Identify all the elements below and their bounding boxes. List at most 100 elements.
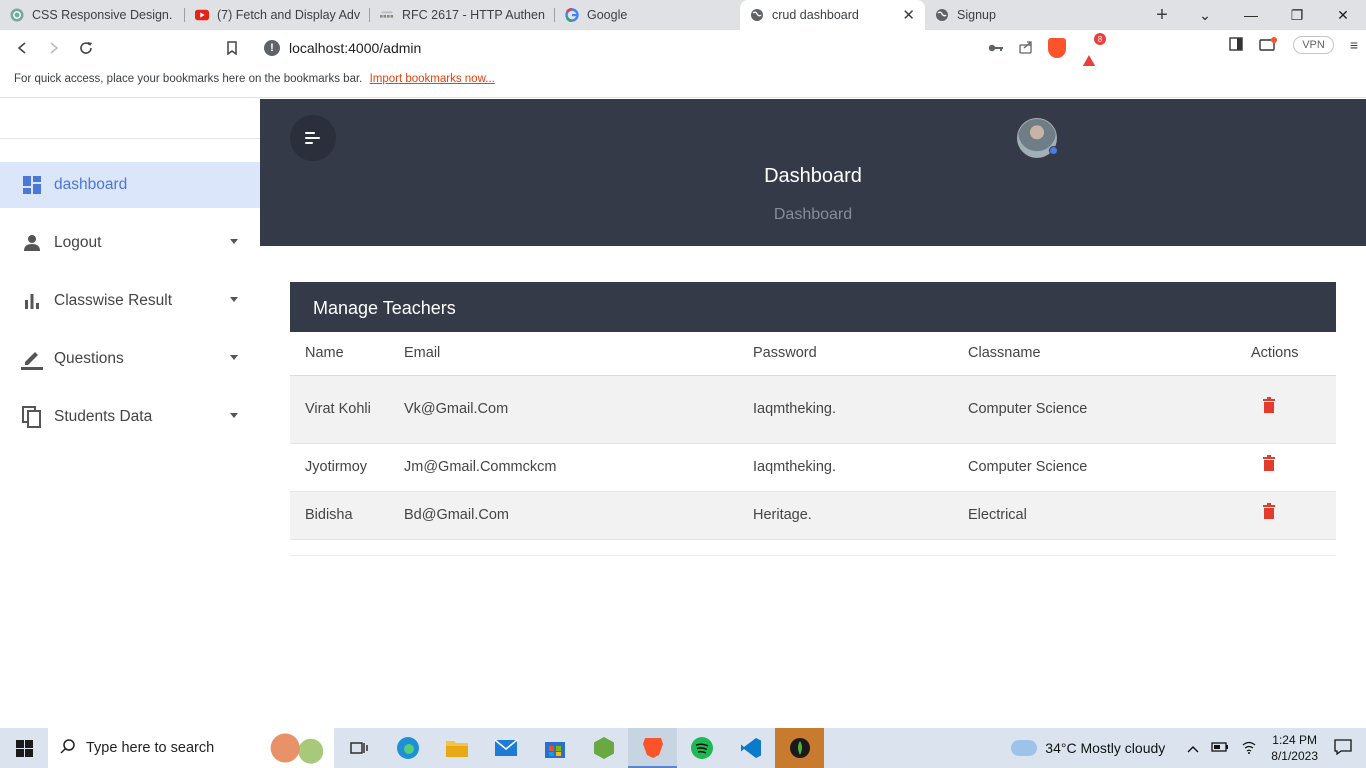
new-tab-icon[interactable]: + — [1142, 4, 1182, 27]
cell-classname: Electrical — [953, 491, 1236, 540]
tab-title: CSS Responsive Design. — [32, 8, 173, 22]
youtube-icon — [195, 8, 209, 22]
cell-name: Bidisha — [290, 491, 389, 540]
bookmarks-hint: For quick access, place your bookmarks h… — [14, 73, 363, 85]
column-header: Classname — [953, 332, 1236, 376]
sidebar-item-dashboard[interactable]: dashboard — [0, 162, 260, 208]
nodejs-icon[interactable] — [579, 728, 628, 768]
battery-icon[interactable] — [1211, 740, 1229, 756]
file-explorer-icon[interactable] — [432, 728, 481, 768]
forward-icon[interactable] — [38, 32, 70, 64]
page-header: Dashboard Dashboard — [260, 99, 1366, 246]
notifications-icon[interactable] — [1334, 738, 1352, 758]
trash-icon[interactable] — [1263, 503, 1275, 519]
spotify-icon[interactable] — [677, 728, 726, 768]
clock[interactable]: 1:24 PM 8/1/2023 — [1271, 732, 1318, 764]
sidebar-item-logout[interactable]: Logout — [0, 220, 260, 266]
browser-tab[interactable]: Signup — [925, 0, 1110, 30]
column-header: Email — [389, 332, 738, 376]
task-view-icon[interactable] — [334, 728, 383, 768]
cell-classname: Computer Science — [953, 375, 1236, 444]
close-tab-icon[interactable]: ✕ — [902, 6, 915, 24]
restore-icon[interactable]: ❐ — [1274, 7, 1320, 24]
tab-title: (7) Fetch and Display Advan — [217, 8, 360, 22]
cell-actions — [1236, 491, 1336, 540]
chatgpt-icon — [10, 8, 24, 22]
menu-icon[interactable]: ≡ — [1350, 37, 1358, 53]
search-icon — [60, 738, 76, 759]
page-title: Dashboard — [764, 165, 862, 187]
vscode-icon[interactable] — [726, 728, 775, 768]
cell-password: Iaqmtheking. — [738, 375, 953, 444]
sidebar-toggle-icon[interactable] — [1229, 36, 1243, 54]
column-header: Password — [738, 332, 953, 376]
globe-icon — [750, 8, 764, 22]
url-text: localhost:4000/admin — [289, 40, 422, 56]
mail-icon[interactable] — [481, 728, 530, 768]
brave-shield-icon[interactable] — [1048, 38, 1066, 58]
teachers-table: Name Email Password Classname Actions Vi… — [290, 332, 1336, 540]
cell-name: Virat Kohli — [290, 375, 389, 444]
windows-icon — [15, 739, 33, 757]
bar-chart-icon — [20, 289, 44, 313]
breadcrumb: Dashboard — [773, 206, 853, 223]
cell-email: Bd@Gmail.Com — [389, 491, 738, 540]
sidebar-item-students-data[interactable]: Students Data — [0, 394, 260, 440]
address-bar[interactable]: ! localhost:4000/admin 8 — [256, 33, 1110, 71]
table-row: Jyotirmoy Jm@Gmail.Commckcm Iaqmtheking.… — [290, 443, 1336, 492]
browser-tab-active[interactable]: crud dashboard ✕ — [740, 0, 925, 30]
store-icon[interactable] — [530, 728, 579, 768]
close-window-icon[interactable]: ✕ — [1320, 7, 1366, 24]
import-bookmarks-link[interactable]: Import bookmarks now... — [370, 73, 495, 85]
sidebar-logo-area — [0, 99, 260, 139]
sidebar-item-label: Classwise Result — [54, 292, 173, 309]
rewards-badge: 8 — [1094, 33, 1106, 45]
tab-title: Google — [587, 8, 628, 22]
trash-icon[interactable] — [1263, 397, 1275, 413]
minimize-icon[interactable]: — — [1228, 7, 1274, 23]
browser-tab[interactable]: CSS Responsive Design. — [0, 0, 185, 30]
taskbar-search[interactable]: Type here to search — [48, 728, 334, 768]
cell-name: Jyotirmoy — [290, 443, 389, 492]
table-header-row: Name Email Password Classname Actions — [290, 332, 1336, 376]
cell-email: Jm@Gmail.Commckcm — [389, 443, 738, 492]
search-placeholder: Type here to search — [86, 740, 215, 756]
google-icon — [565, 8, 579, 22]
brave-browser-icon[interactable] — [628, 728, 677, 768]
main-content: Manage Teachers Name Email Password Clas… — [260, 246, 1366, 728]
start-button[interactable] — [0, 728, 48, 768]
key-icon[interactable] — [988, 40, 1004, 56]
mongodb-compass-icon[interactable] — [775, 728, 824, 768]
os-taskbar: Type here to search 34°C Mostly cloudy 1… — [0, 728, 1366, 768]
site-info-icon[interactable]: ! — [264, 40, 280, 56]
reload-icon[interactable] — [70, 32, 102, 64]
wifi-icon[interactable] — [1241, 740, 1257, 757]
wallet-icon[interactable] — [1259, 36, 1278, 54]
browser-tab[interactable]: Google — [555, 0, 740, 30]
sidebar-item-label: Students Data — [54, 408, 153, 425]
vpn-button[interactable]: VPN — [1293, 36, 1334, 54]
tray-chevron-up-icon[interactable] — [1187, 740, 1199, 756]
weather-text[interactable]: 34°C Mostly cloudy — [1045, 740, 1165, 756]
browser-tab[interactable]: RFC 2617 - HTTP Authentic — [370, 0, 555, 30]
browser-toolbar: ! localhost:4000/admin 8 VPN ≡ — [0, 30, 1366, 71]
browser-tab[interactable]: (7) Fetch and Display Advan — [185, 0, 370, 30]
weather-cloud-icon — [1008, 734, 1038, 756]
search-highlight-image — [266, 732, 330, 764]
share-icon[interactable] — [1018, 39, 1034, 58]
system-tray: 34°C Mostly cloudy 1:24 PM 8/1/2023 — [1008, 732, 1366, 764]
avatar[interactable] — [1017, 118, 1058, 158]
sidebar-item-label: Logout — [54, 234, 102, 251]
table-row: Virat Kohli Vk@Gmail.Com Iaqmtheking. Co… — [290, 375, 1336, 444]
back-icon[interactable] — [6, 32, 38, 64]
globe-icon — [935, 8, 949, 22]
edge-icon[interactable] — [383, 728, 432, 768]
trash-icon[interactable] — [1263, 455, 1275, 471]
brave-rewards-icon[interactable]: 8 — [1080, 33, 1106, 71]
sidebar-item-classwise-result[interactable]: Classwise Result — [0, 278, 260, 324]
sidebar-item-questions[interactable]: Questions — [0, 336, 260, 382]
tab-title: crud dashboard — [772, 8, 859, 22]
bookmark-icon[interactable] — [216, 32, 248, 64]
menu-toggle-button[interactable] — [290, 115, 336, 161]
tab-search-chevron-icon[interactable]: ⌄ — [1182, 7, 1228, 24]
